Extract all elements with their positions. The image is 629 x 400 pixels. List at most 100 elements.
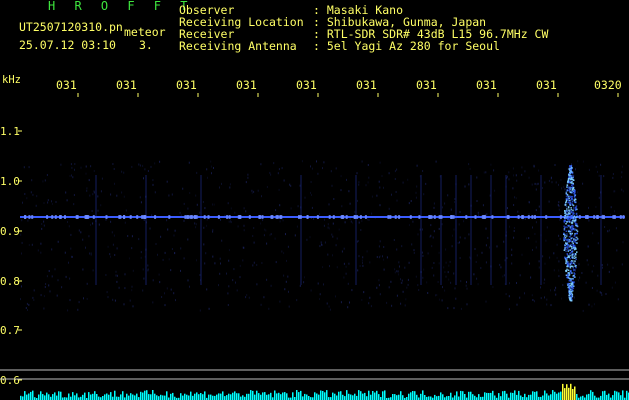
noise-dot — [386, 256, 388, 259]
noise-dot — [86, 187, 88, 190]
level-bar — [486, 392, 488, 400]
noise-dot — [524, 170, 526, 173]
noise-dot — [301, 160, 303, 163]
echo-dot — [571, 237, 574, 239]
noise-dot — [204, 207, 206, 210]
level-bar — [224, 396, 226, 400]
echo-dot — [566, 248, 568, 250]
noise-dot — [161, 296, 163, 298]
echo-dot — [570, 207, 572, 209]
noise-dot — [32, 193, 34, 196]
noise-dot — [33, 289, 35, 292]
noise-dot — [588, 219, 590, 222]
echo-dot — [575, 212, 578, 215]
level-bar — [574, 386, 576, 400]
noise-dot — [125, 209, 127, 212]
noise-dot — [513, 227, 515, 229]
carrier-dot — [217, 215, 220, 219]
level-bar — [190, 391, 192, 400]
noise-dot — [511, 248, 513, 251]
noise-dot — [447, 271, 449, 274]
noise-dot — [232, 279, 234, 282]
noise-dot — [115, 270, 117, 273]
noise-streak — [145, 175, 147, 285]
noise-dot — [513, 174, 514, 177]
noise-dot — [622, 190, 624, 193]
carrier-dot — [354, 215, 357, 219]
noise-dot — [476, 254, 478, 257]
noise-dot — [147, 170, 149, 172]
noise-dot — [174, 229, 176, 232]
level-bar — [568, 387, 570, 400]
echo-dot — [573, 207, 575, 209]
noise-dot — [340, 175, 342, 178]
noise-dot — [464, 185, 466, 188]
noise-dot — [294, 234, 296, 237]
noise-dot — [160, 235, 162, 238]
noise-dot — [248, 296, 250, 299]
level-bar — [156, 395, 158, 400]
level-bar — [68, 393, 70, 400]
noise-dot — [394, 178, 396, 180]
noise-dot — [386, 301, 388, 304]
level-bar — [492, 390, 494, 400]
level-bar — [340, 391, 342, 400]
carrier-dot — [168, 215, 171, 219]
echo-dot — [576, 214, 578, 217]
level-bar — [344, 396, 346, 400]
noise-dot — [327, 226, 329, 229]
noise-dot — [390, 280, 392, 283]
noise-dot — [473, 273, 475, 276]
echo-dot — [569, 279, 572, 281]
echo-dot — [568, 245, 571, 248]
noise-dot — [196, 259, 197, 262]
noise-dot — [475, 261, 477, 263]
noise-dot — [310, 181, 312, 183]
noise-dot — [139, 164, 141, 167]
carrier-dot — [46, 215, 49, 219]
level-bar — [316, 393, 318, 400]
level-bar — [504, 390, 506, 400]
noise-dot — [379, 255, 381, 258]
noise-dot — [597, 274, 599, 277]
echo-dot — [567, 249, 570, 251]
noise-dot — [72, 176, 74, 179]
noise-dot — [288, 305, 290, 308]
noise-dot — [31, 179, 33, 182]
noise-dot — [196, 203, 198, 206]
noise-dot — [269, 234, 271, 237]
noise-dot — [536, 183, 538, 186]
noise-dot — [514, 196, 516, 199]
echo-dot — [567, 207, 570, 209]
carrier-dot — [154, 215, 157, 219]
echo-dot — [575, 266, 577, 269]
noise-dot — [310, 289, 312, 292]
noise-dot — [212, 230, 214, 233]
echo-dot — [565, 191, 568, 193]
noise-dot — [243, 224, 245, 227]
noise-dot — [540, 286, 541, 289]
carrier-dot — [239, 215, 242, 219]
noise-dot — [558, 208, 560, 211]
level-bar — [150, 394, 152, 400]
noise-dot — [551, 181, 553, 184]
carrier-dot — [491, 215, 494, 219]
noise-dot — [429, 235, 431, 238]
level-bar — [130, 393, 132, 400]
echo-dot — [575, 265, 577, 267]
noise-dot — [311, 206, 313, 209]
noise-dot — [612, 176, 614, 179]
level-bar — [240, 396, 242, 400]
level-bar — [74, 395, 76, 400]
noise-dot — [553, 252, 555, 255]
noise-dot — [408, 224, 410, 227]
noise-dot — [361, 299, 363, 301]
noise-dot — [543, 282, 545, 284]
noise-dot — [379, 240, 381, 243]
noise-dot — [379, 186, 381, 189]
level-bar — [304, 393, 306, 400]
level-bar — [354, 393, 356, 400]
level-bar — [22, 396, 24, 400]
noise-dot — [407, 178, 409, 181]
noise-dot — [114, 299, 116, 302]
